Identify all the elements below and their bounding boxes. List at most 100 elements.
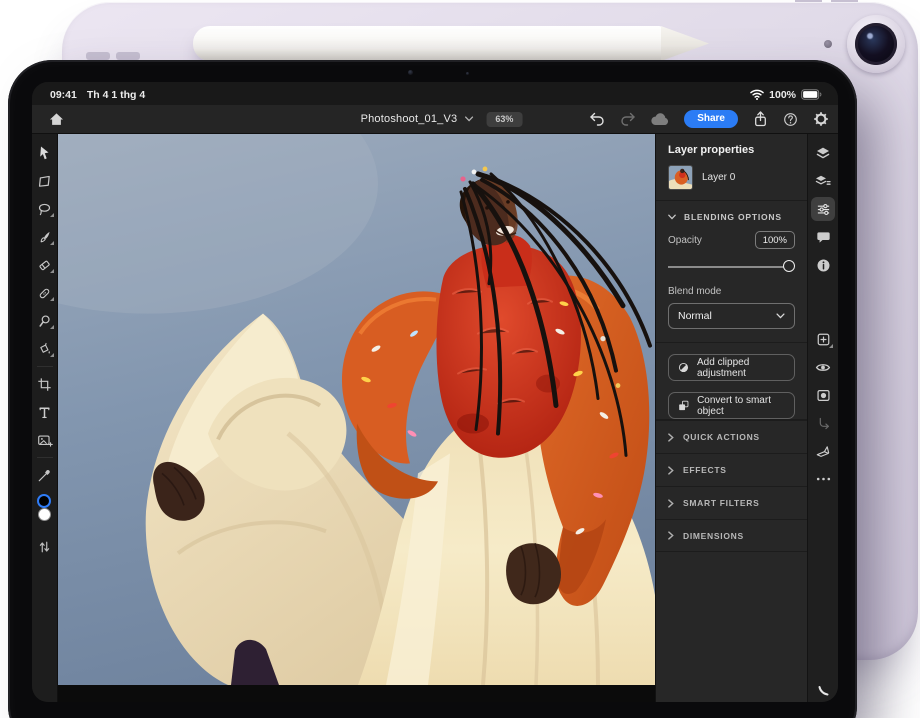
clip-layer-button[interactable] (810, 409, 836, 437)
eraser-tool[interactable] (32, 251, 58, 279)
layer-name: Layer 0 (702, 172, 735, 183)
battery-percent: 100% (769, 89, 796, 101)
flatten-button[interactable] (810, 437, 836, 465)
crop-tool[interactable] (32, 370, 58, 398)
adjustment-icon (678, 361, 689, 374)
visibility-button[interactable] (810, 353, 836, 381)
section-label: DIMENSIONS (683, 531, 744, 541)
edit-settings-button[interactable] (811, 197, 835, 221)
move-icon (37, 145, 52, 161)
smart-object-icon (678, 399, 689, 412)
crop-icon (37, 377, 52, 392)
zoom-level-badge[interactable]: 63% (486, 112, 522, 127)
comment-icon (816, 230, 831, 244)
layers-button[interactable] (810, 139, 836, 167)
type-icon (37, 405, 52, 420)
section-label: QUICK ACTIONS (683, 432, 760, 442)
tool-rail (32, 134, 58, 702)
panel-resize-handle[interactable] (818, 684, 830, 696)
settings-gear-icon[interactable] (813, 111, 829, 127)
info-button[interactable] (810, 251, 836, 279)
layer-properties-button[interactable] (810, 167, 836, 195)
place-photo-tool[interactable] (32, 426, 58, 454)
more-options-button[interactable] (810, 465, 836, 493)
home-button[interactable] (32, 105, 80, 133)
home-icon (49, 112, 64, 126)
layer-properties-panel: Layer properties Layer 0 (655, 134, 807, 702)
fill-tool[interactable] (32, 335, 58, 363)
background-color-swatch[interactable] (38, 508, 51, 521)
type-tool[interactable] (32, 398, 58, 426)
layer-mask-button[interactable] (810, 381, 836, 409)
convert-smart-object-button[interactable]: Convert to smart object (668, 392, 795, 419)
eraser-icon (37, 258, 52, 273)
chevron-right-icon (668, 466, 674, 475)
status-bar: 09:41 Th 4 1 thg 4 100% (32, 82, 838, 105)
healing-brush-icon (37, 286, 52, 301)
clip-layer-icon (816, 416, 831, 431)
blend-mode-label: Blend mode (656, 285, 807, 303)
layers-icon (815, 146, 831, 161)
canvas-photo[interactable] (58, 134, 655, 685)
blend-mode-value: Normal (678, 310, 712, 322)
blend-mode-dropdown[interactable]: Normal (668, 303, 795, 329)
paint-bucket-icon (37, 342, 52, 357)
comments-button[interactable] (810, 223, 836, 251)
move-tool[interactable] (32, 139, 58, 167)
opacity-slider[interactable] (668, 260, 792, 273)
cloud-sync-icon[interactable] (651, 113, 669, 126)
chevron-right-icon (668, 531, 674, 540)
help-icon[interactable] (783, 112, 798, 127)
rail-divider (37, 457, 53, 458)
clone-stamp-icon (37, 314, 52, 329)
add-clipped-adjustment-button[interactable]: Add clipped adjustment (668, 354, 795, 381)
camera-flash (824, 40, 832, 48)
brush-tool[interactable] (32, 223, 58, 251)
color-swatches[interactable] (32, 489, 58, 533)
side-button (86, 52, 110, 60)
section-smart-filters[interactable]: SMART FILTERS (656, 486, 807, 519)
add-layer-button[interactable] (810, 325, 836, 353)
share-button[interactable]: Share (684, 110, 738, 128)
document-title: Photoshoot_01_V3 (361, 113, 458, 125)
section-dimensions[interactable]: DIMENSIONS (656, 519, 807, 552)
transform-tool[interactable] (32, 167, 58, 195)
section-effects[interactable]: EFFECTS (656, 453, 807, 486)
canvas-background (58, 685, 655, 702)
sliders-icon (816, 202, 831, 217)
chevron-right-icon (668, 499, 674, 508)
clone-stamp-tool[interactable] (32, 307, 58, 335)
slider-knob[interactable] (783, 260, 795, 272)
lasso-icon (37, 202, 52, 217)
front-mic (466, 72, 469, 75)
section-quick-actions[interactable]: QUICK ACTIONS (656, 420, 807, 453)
canvas[interactable] (58, 134, 655, 702)
convert-smart-object-label: Convert to smart object (697, 395, 785, 417)
chevron-down-icon (464, 116, 473, 122)
opacity-value-box[interactable]: 100% (755, 231, 795, 249)
front-ipad-device: 09:41 Th 4 1 thg 4 100% (8, 60, 857, 718)
layer-row[interactable]: Layer 0 (656, 164, 807, 200)
export-icon[interactable] (753, 111, 768, 127)
foreground-color-swatch[interactable] (37, 494, 51, 508)
healing-brush-tool[interactable] (32, 279, 58, 307)
lasso-tool[interactable] (32, 195, 58, 223)
blending-options-label: BLENDING OPTIONS (684, 212, 782, 222)
transform-icon (37, 174, 52, 189)
apple-pencil (193, 26, 709, 61)
chevron-down-icon (668, 214, 676, 220)
add-layer-icon (816, 332, 831, 347)
eyedropper-icon (37, 468, 52, 483)
swap-colors-button[interactable] (32, 533, 58, 561)
redo-icon[interactable] (620, 112, 636, 126)
eyedropper-tool[interactable] (32, 461, 58, 489)
divider (656, 342, 807, 343)
status-time: 09:41 (50, 89, 77, 101)
blending-options-header[interactable]: BLENDING OPTIONS (656, 201, 807, 231)
brush-icon (37, 230, 52, 245)
slider-track (668, 266, 790, 268)
front-camera (408, 70, 413, 75)
undo-icon[interactable] (589, 112, 605, 126)
battery-icon (801, 89, 822, 100)
document-title-button[interactable]: Photoshoot_01_V3 63% (361, 105, 523, 133)
